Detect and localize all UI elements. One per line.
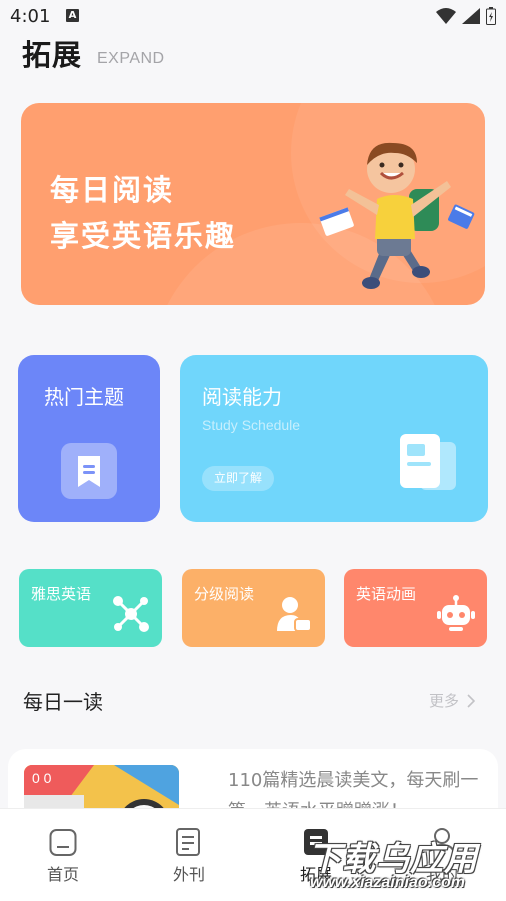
watermark-url: www.xiazainiao.com	[310, 874, 466, 891]
home-icon	[49, 829, 77, 856]
document-icon	[400, 434, 456, 490]
category-label: 分级阅读	[194, 585, 255, 603]
status-time: 4:01	[10, 6, 51, 27]
banner-tagline: 享受英语乐趣	[50, 219, 237, 253]
user-reading-icon	[277, 597, 312, 632]
reading-ability-title: 阅读能力	[202, 385, 282, 409]
network-icon	[113, 596, 149, 632]
daily-reading-banner[interactable]: 每日阅读 享受英语乐趣	[21, 103, 485, 305]
page-subtitle: EXPAND	[97, 50, 165, 67]
nav-label: 首页	[46, 865, 79, 884]
signal-icon	[462, 8, 480, 24]
robot-icon	[437, 595, 475, 631]
jumping-kid-illustration	[319, 142, 475, 289]
reading-ability-subtitle: Study Schedule	[202, 417, 301, 433]
wifi-icon	[436, 8, 456, 24]
banner-headline: 每日阅读	[50, 173, 175, 207]
category-label: 雅思英语	[31, 585, 92, 603]
hot-topics-title: 热门主题	[44, 385, 124, 409]
daily-read-title: 每日一读	[23, 690, 103, 714]
category-graded-reading-card[interactable]: 分级阅读	[182, 569, 325, 647]
reading-ability-card[interactable]: 阅读能力 Study Schedule 立即了解	[180, 355, 488, 522]
notification-a-icon: A	[66, 9, 79, 22]
watermark: 下载乌应用 www.xiazainiao.com	[302, 832, 502, 896]
category-animation-card[interactable]: 英语动画	[344, 569, 487, 647]
daily-read-more-link[interactable]: 更多	[429, 690, 476, 711]
nav-item-journals[interactable]: 外刊	[149, 827, 229, 885]
status-icons	[436, 7, 496, 25]
category-ielts-card[interactable]: 雅思英语	[19, 569, 162, 647]
status-bar: 4:01 A	[0, 0, 506, 34]
page-title: 拓展	[22, 38, 83, 72]
learn-now-button[interactable]: 立即了解	[202, 466, 275, 491]
journal-icon	[176, 828, 200, 856]
svg-text:0 0: 0 0	[32, 770, 52, 786]
nav-label: 外刊	[172, 865, 205, 884]
chevron-right-icon	[467, 693, 476, 708]
hot-topics-card[interactable]: 热门主题	[18, 355, 160, 522]
watermark-main: 下载乌应用	[308, 839, 478, 878]
bookmark-icon	[61, 443, 117, 499]
nav-item-home[interactable]: 首页	[23, 827, 103, 885]
category-label: 英语动画	[356, 585, 417, 603]
battery-icon	[486, 7, 496, 25]
more-label: 更多	[429, 692, 460, 710]
